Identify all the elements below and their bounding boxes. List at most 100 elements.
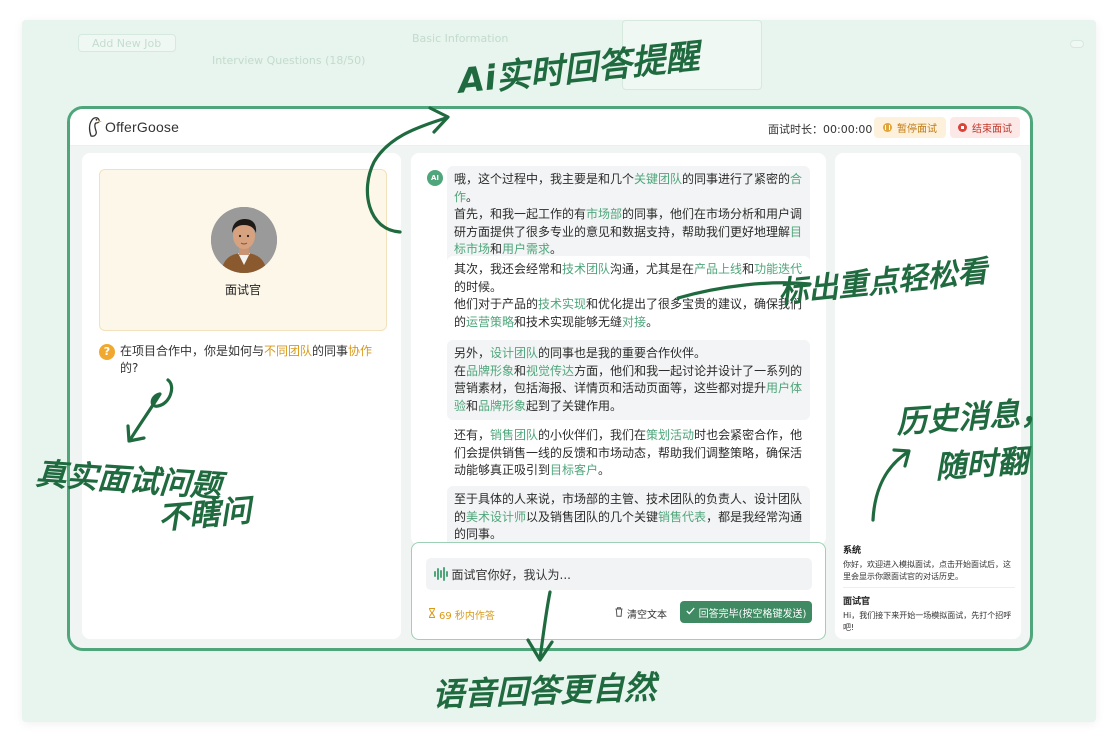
top-bar: OfferGoose 面试时长：00:00:00 暂停面试 结束面试	[70, 109, 1030, 146]
hourglass-icon	[428, 608, 436, 621]
ai-badge-icon: AI	[427, 170, 443, 186]
answer-text: 。	[550, 242, 563, 256]
answer-input-text: 面试官你好，我认为...	[451, 567, 571, 582]
app-window: OfferGoose 面试时长：00:00:00 暂停面试 结束面试 面试官 ?…	[67, 106, 1033, 651]
annotation-bottom: 语音回答更自然	[431, 668, 657, 714]
interviewer-panel: 面试官 ? 在项目合作中，你是如何与不同团队的同事协作的?	[82, 153, 401, 639]
background-questions-label: Interview Questions (18/50)	[212, 54, 366, 67]
question-icon: ?	[99, 344, 115, 360]
history-item-title: 系统	[843, 546, 862, 556]
timer-label: 面试时长：	[768, 123, 823, 136]
answer-input[interactable]: 面试官你好，我认为...	[426, 558, 812, 590]
interview-question: ? 在项目合作中，你是如何与不同团队的同事协作的?	[99, 343, 389, 377]
answer-text: 还有，	[454, 428, 491, 442]
keyword-highlight: 关键团队	[634, 172, 683, 186]
keyword-highlight: 运营策略	[466, 314, 515, 329]
answer-countdown: 69 秒内作答	[428, 607, 495, 622]
answer-text: 和	[466, 398, 479, 413]
background-job-label: Add New Job	[92, 37, 162, 50]
timer-value: 00:00:00	[823, 123, 873, 136]
voice-wave-icon	[434, 567, 448, 581]
keyword-highlight: 用户需求	[502, 242, 551, 256]
answer-text: 和	[742, 262, 755, 276]
end-label: 结束面试	[972, 124, 1012, 135]
answer-text: 首先，和我一起工作的有	[454, 207, 587, 221]
ai-answer-message: 至于具体的人来说，市场部的主管、技术团队的负责人、设计团队的美术设计师以及销售团…	[447, 486, 810, 545]
answer-text: 哦，这个过程中，我主要是和几个	[454, 172, 635, 186]
answer-text: 和技术实现能够无缝	[514, 314, 623, 329]
keyword-highlight: 品牌形象	[478, 398, 527, 413]
history-item: 面试官 Hi，我们接下来开始一场模拟面试，先打个招呼吧!	[843, 596, 1015, 634]
trash-icon	[615, 607, 623, 620]
history-item-text: Hi，我们接下来开始一场模拟面试，先打个招呼吧!	[843, 611, 1012, 632]
history-item-title: 面试官	[843, 597, 871, 607]
annotation-right-2: 随时翻	[933, 443, 1030, 486]
stop-icon	[958, 123, 967, 132]
background-toggle	[1070, 40, 1084, 48]
keyword-highlight: 市场部	[586, 207, 623, 221]
ai-answer-message: 其次，我还会经常和技术团队沟通，尤其是在产品上线和功能迭代的时候。 他们对于产品的…	[447, 256, 810, 336]
interviewer-card: 面试官	[99, 169, 387, 331]
ai-answer-message: 哦，这个过程中，我主要是和几个关键团队的同事进行了紧密的合作。 首先，和我一起工作…	[447, 166, 810, 264]
ai-answer-message: 另外，设计团队的同事也是我的重要合作伙伴。 在品牌形象和视觉传达方面，他们和我一起…	[447, 340, 810, 420]
answer-text: 的同事也是我的重要合作伙伴。	[538, 346, 707, 360]
answer-text: 。	[466, 189, 479, 204]
voice-answer-area: 面试官你好，我认为... 69 秒内作答 清空文本 回答完毕(按空格键发送)	[411, 542, 826, 640]
history-item-text: 你好，欢迎进入模拟面试，点击开始面试后，这里会显示你跟面试官的对话历史。	[843, 560, 1011, 581]
interviewer-avatar	[211, 207, 277, 273]
check-icon	[685, 607, 695, 618]
keyword-highlight: 策划活动	[646, 428, 695, 442]
keyword-highlight: 产品上线	[694, 262, 743, 276]
answer-text: 的时候。	[454, 279, 503, 294]
answer-text: 的同事进行了紧密的	[682, 172, 791, 186]
answer-text: 。	[598, 463, 611, 477]
end-interview-button[interactable]: 结束面试	[950, 117, 1020, 138]
keyword-highlight: 技术团队	[562, 262, 611, 276]
interviewer-label: 面试官	[224, 283, 261, 297]
keyword-highlight: 视觉传达	[526, 363, 575, 378]
logo: OfferGoose	[86, 116, 179, 138]
keyword-highlight: 美术设计师	[466, 509, 527, 524]
keyword-highlight: 对接	[622, 314, 647, 329]
history-item: 系统 你好，欢迎进入模拟面试，点击开始面试后，这里会显示你跟面试官的对话历史。	[843, 545, 1015, 583]
ai-answer-panel: AI 哦，这个过程中，我主要是和几个关键团队的同事进行了紧密的合作。 首先，和我一…	[411, 153, 826, 545]
answer-text: 沟通，尤其是在	[610, 262, 695, 276]
keyword-highlight: 销售团队	[490, 428, 539, 442]
answer-text: 的小伙伴们，我们在	[538, 428, 647, 442]
answer-text: 其次，我还会经常和	[454, 262, 563, 276]
ai-answer-message: 还有，销售团队的小伙伴们，我们在策划活动时也会紧密合作，他们会提供销售一线的反馈…	[447, 422, 810, 485]
submit-answer-button[interactable]: 回答完毕(按空格键发送)	[680, 601, 812, 623]
question-highlight: 协作	[348, 344, 373, 358]
answer-text: 另外，	[454, 346, 491, 360]
goose-logo-icon	[86, 116, 102, 138]
clear-text-label: 清空文本	[627, 610, 667, 621]
answer-text: 以及销售团队的几个关键	[526, 509, 659, 524]
annotation-left-2: 不瞎问	[156, 492, 253, 537]
keyword-highlight: 销售代表	[658, 509, 707, 524]
countdown-text: 69 秒内作答	[439, 611, 495, 622]
question-fragment: 在项目合作中，你是如何与	[120, 344, 265, 358]
keyword-highlight: 技术实现	[538, 297, 587, 311]
submit-answer-label: 回答完毕(按空格键发送)	[698, 608, 807, 620]
interview-timer: 面试时长：00:00:00	[768, 121, 872, 137]
keyword-highlight: 品牌形象	[466, 363, 515, 378]
background-info-label: Basic Information	[412, 32, 509, 45]
answer-text: 。	[646, 314, 659, 329]
pause-interview-button[interactable]: 暂停面试	[874, 117, 946, 138]
question-text: 在项目合作中，你是如何与不同团队的同事协作的?	[120, 343, 389, 377]
pause-icon	[883, 123, 892, 132]
answer-text: 他们对于产品的	[454, 297, 539, 311]
answer-text: 在	[454, 363, 467, 378]
history-divider	[843, 587, 1015, 588]
logo-text: OfferGoose	[105, 119, 180, 135]
question-fragment: 的?	[120, 361, 139, 375]
answer-text: 起到了关键作用。	[526, 398, 623, 413]
answer-text: 和	[514, 363, 527, 378]
question-highlight: 不同团队	[264, 344, 313, 358]
keyword-highlight: 目标客户	[550, 463, 599, 477]
question-fragment: 的同事	[312, 344, 349, 358]
clear-text-button[interactable]: 清空文本	[615, 606, 667, 621]
answer-text: 和	[490, 242, 503, 256]
keyword-highlight: 设计团队	[490, 346, 539, 360]
pause-label: 暂停面试	[897, 124, 937, 135]
